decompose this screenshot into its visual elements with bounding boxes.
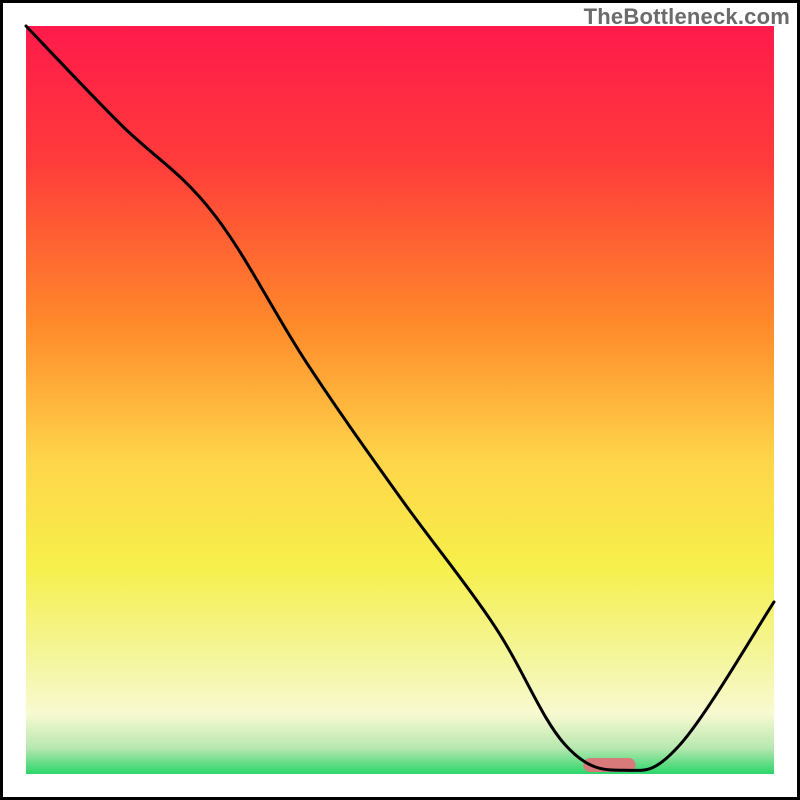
gradient-background <box>26 26 774 774</box>
bottleneck-chart <box>0 0 800 800</box>
chart-root: TheBottleneck.com <box>0 0 800 800</box>
watermark-label: TheBottleneck.com <box>584 4 790 30</box>
